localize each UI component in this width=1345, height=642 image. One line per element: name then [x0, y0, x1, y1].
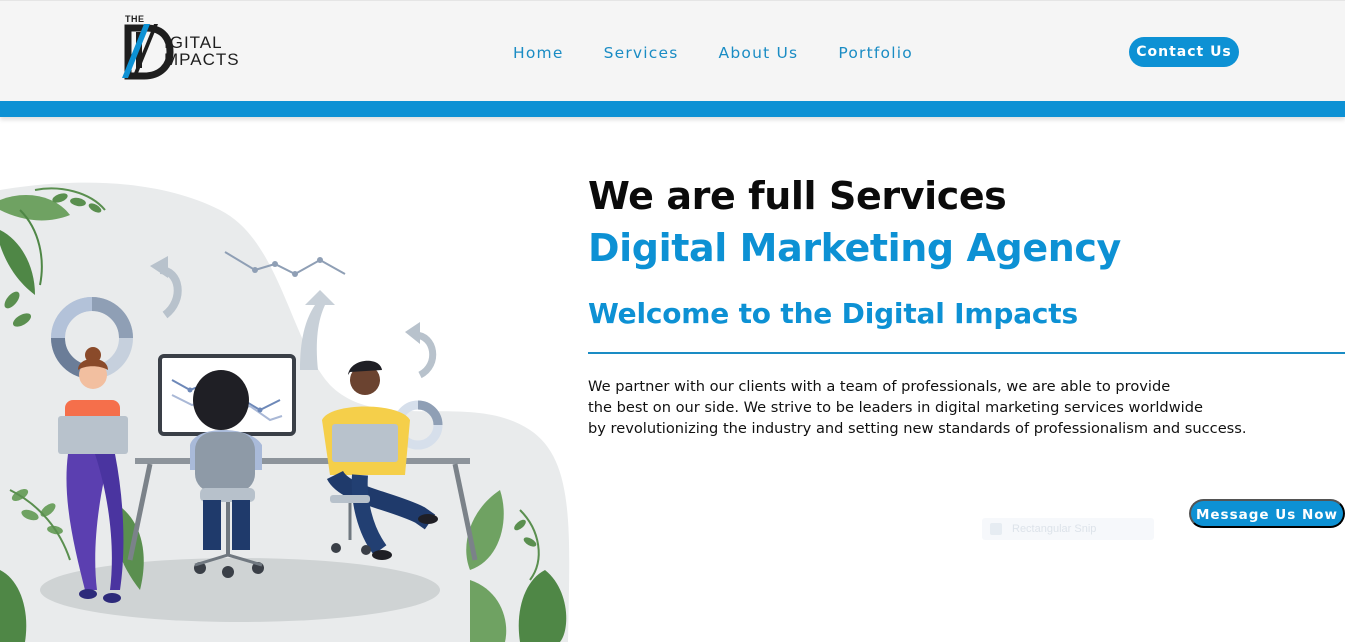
contact-us-button[interactable]: Contact Us	[1129, 37, 1239, 67]
header-accent-bar	[0, 101, 1345, 117]
heading-divider	[588, 352, 1345, 354]
nav-home[interactable]: Home	[513, 44, 564, 62]
hero-illustration	[0, 182, 570, 642]
message-us-button[interactable]: Message Us Now	[1189, 499, 1345, 528]
welcome-heading: Welcome to the Digital Impacts	[588, 297, 1078, 330]
nav-about-us[interactable]: About Us	[719, 44, 799, 62]
nav-portfolio[interactable]: Portfolio	[838, 44, 913, 62]
paragraph-line: the best on our side. We strive to be le…	[588, 399, 1203, 416]
main-nav: Home Services About Us Portfolio	[513, 44, 913, 62]
paragraph-line: We partner with our clients with a team …	[588, 378, 1171, 395]
logo-line-2: MPACTS	[164, 50, 240, 69]
site-header: THE IGITAL MPACTS Home Services About Us…	[0, 0, 1345, 101]
snip-overlay-label: Rectangular Snip	[1012, 523, 1097, 535]
snip-overlay: Rectangular Snip	[982, 518, 1154, 540]
paragraph-line: by revolutionizing the industry and sett…	[588, 420, 1247, 437]
up-arrow-icon	[300, 290, 335, 370]
nav-services[interactable]: Services	[604, 44, 679, 62]
hero-title: We are full Services	[588, 174, 1007, 218]
hero-paragraph: We partner with our clients with a team …	[588, 376, 1288, 439]
floor-shadow	[40, 558, 440, 622]
desk	[135, 458, 470, 464]
hero-subtitle: Digital Marketing Agency	[588, 226, 1121, 270]
brand-logo[interactable]: THE IGITAL MPACTS	[120, 14, 285, 80]
snip-icon	[990, 523, 1002, 535]
